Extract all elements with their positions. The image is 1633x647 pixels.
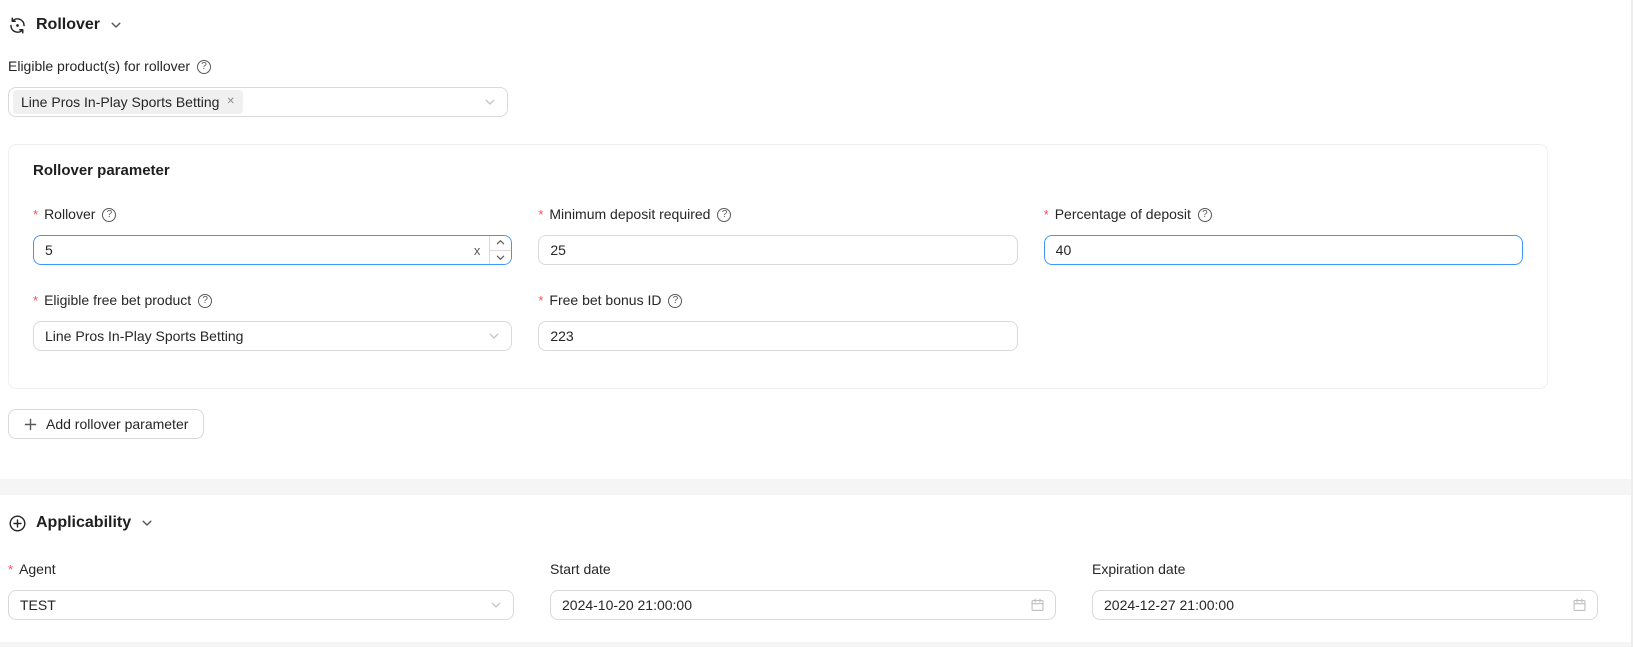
rollover-parameter-row-1: * Rollover ? x — [33, 206, 1523, 265]
required-asterisk: * — [538, 207, 544, 222]
chevron-down-icon — [490, 599, 502, 611]
required-asterisk: * — [538, 293, 544, 308]
free-bet-bonus-id-field: * Free bet bonus ID ? — [538, 292, 1018, 351]
rollover-parameter-card: Rollover parameter * Rollover ? x — [8, 144, 1548, 389]
chevron-down-icon[interactable] — [110, 19, 122, 31]
agent-label: Agent — [19, 561, 56, 577]
required-asterisk: * — [33, 293, 39, 308]
tag-remove-icon[interactable]: ✕ — [226, 97, 234, 107]
help-icon[interactable]: ? — [102, 207, 117, 222]
eligible-products-field: Eligible product(s) for rollover ? Line … — [8, 58, 1625, 117]
free-bet-product-label: Eligible free bet product — [44, 292, 192, 308]
add-rollover-parameter-label: Add rollover parameter — [46, 416, 189, 432]
calendar-icon — [1030, 598, 1045, 613]
min-deposit-field: * Minimum deposit required ? — [538, 206, 1018, 265]
rollover-section-header[interactable]: Rollover — [8, 13, 1625, 37]
applicability-section: Applicability * Agent TEST Start date 20… — [0, 495, 1633, 620]
start-date-picker[interactable]: 2024-10-20 21:00:00 — [550, 590, 1056, 620]
agent-field: * Agent TEST — [8, 561, 514, 620]
applicability-section-header[interactable]: Applicability — [8, 511, 1625, 535]
add-rollover-parameter-button[interactable]: Add rollover parameter — [8, 409, 205, 439]
percentage-of-deposit-label: Percentage of deposit — [1054, 206, 1191, 222]
plus-icon — [24, 418, 37, 431]
decrement-button[interactable] — [490, 250, 512, 264]
percentage-of-deposit-field: * Percentage of deposit ? — [1043, 206, 1523, 265]
rollover-section: Rollover Eligible product(s) for rollove… — [0, 0, 1633, 479]
start-date-label: Start date — [550, 561, 611, 577]
free-bet-product-field: * Eligible free bet product ? Line Pros … — [33, 292, 513, 351]
number-stepper — [489, 236, 512, 264]
bonus-config-page: Rollover Eligible product(s) for rollove… — [0, 0, 1633, 647]
min-deposit-input[interactable] — [538, 235, 1018, 265]
expiration-date-value: 2024-12-27 21:00:00 — [1104, 597, 1234, 613]
help-icon[interactable]: ? — [198, 293, 213, 308]
chevron-down-icon — [488, 330, 500, 342]
free-bet-product-select[interactable]: Line Pros In-Play Sports Betting — [33, 321, 513, 351]
rollover-label: Rollover — [44, 206, 96, 222]
min-deposit-label: Minimum deposit required — [549, 206, 711, 222]
expiration-date-picker[interactable]: 2024-12-27 21:00:00 — [1092, 590, 1598, 620]
help-icon[interactable]: ? — [197, 59, 212, 74]
start-date-field: Start date 2024-10-20 21:00:00 — [550, 561, 1056, 620]
applicability-section-title: Applicability — [36, 514, 132, 531]
selected-product-tag: Line Pros In-Play Sports Betting ✕ — [13, 90, 243, 114]
plus-circle-icon — [8, 514, 27, 533]
free-bet-bonus-id-label: Free bet bonus ID — [549, 292, 662, 308]
bottom-divider — [0, 642, 1633, 647]
rollover-parameter-card-title: Rollover parameter — [33, 162, 170, 179]
eligible-products-select[interactable]: Line Pros In-Play Sports Betting ✕ — [8, 87, 508, 117]
section-divider — [0, 479, 1633, 495]
required-asterisk: * — [33, 207, 39, 222]
applicability-fields-row: * Agent TEST Start date 2024-10-20 21:00… — [8, 561, 1625, 620]
rollover-suffix: x — [473, 242, 481, 258]
rollover-field: * Rollover ? x — [33, 206, 513, 265]
expiration-date-field: Expiration date 2024-12-27 21:00:00 — [1092, 561, 1598, 620]
required-asterisk: * — [1043, 207, 1049, 222]
agent-select[interactable]: TEST — [8, 590, 514, 620]
eligible-products-label: Eligible product(s) for rollover — [8, 58, 191, 74]
percentage-of-deposit-input[interactable] — [1043, 235, 1523, 265]
required-asterisk: * — [8, 562, 14, 577]
tag-label: Line Pros In-Play Sports Betting — [21, 94, 220, 110]
rollover-input-field[interactable] — [34, 236, 474, 264]
increment-button[interactable] — [490, 236, 512, 251]
free-bet-product-value: Line Pros In-Play Sports Betting — [45, 328, 244, 344]
start-date-value: 2024-10-20 21:00:00 — [562, 597, 692, 613]
chevron-down-icon — [484, 96, 496, 108]
chevron-down-icon[interactable] — [141, 517, 153, 529]
agent-value: TEST — [20, 597, 56, 613]
help-icon[interactable]: ? — [1197, 207, 1212, 222]
rollover-section-title: Rollover — [36, 16, 101, 33]
help-icon[interactable]: ? — [668, 293, 683, 308]
help-icon[interactable]: ? — [717, 207, 732, 222]
free-bet-bonus-id-input[interactable] — [538, 321, 1018, 351]
rollover-number-input[interactable]: x — [33, 235, 513, 265]
rollover-sync-icon — [8, 16, 27, 35]
eligible-products-label-row: Eligible product(s) for rollover ? — [8, 58, 1625, 75]
expiration-date-label: Expiration date — [1092, 561, 1186, 577]
calendar-icon — [1572, 598, 1587, 613]
rollover-parameter-row-2: * Eligible free bet product ? Line Pros … — [33, 292, 1523, 351]
